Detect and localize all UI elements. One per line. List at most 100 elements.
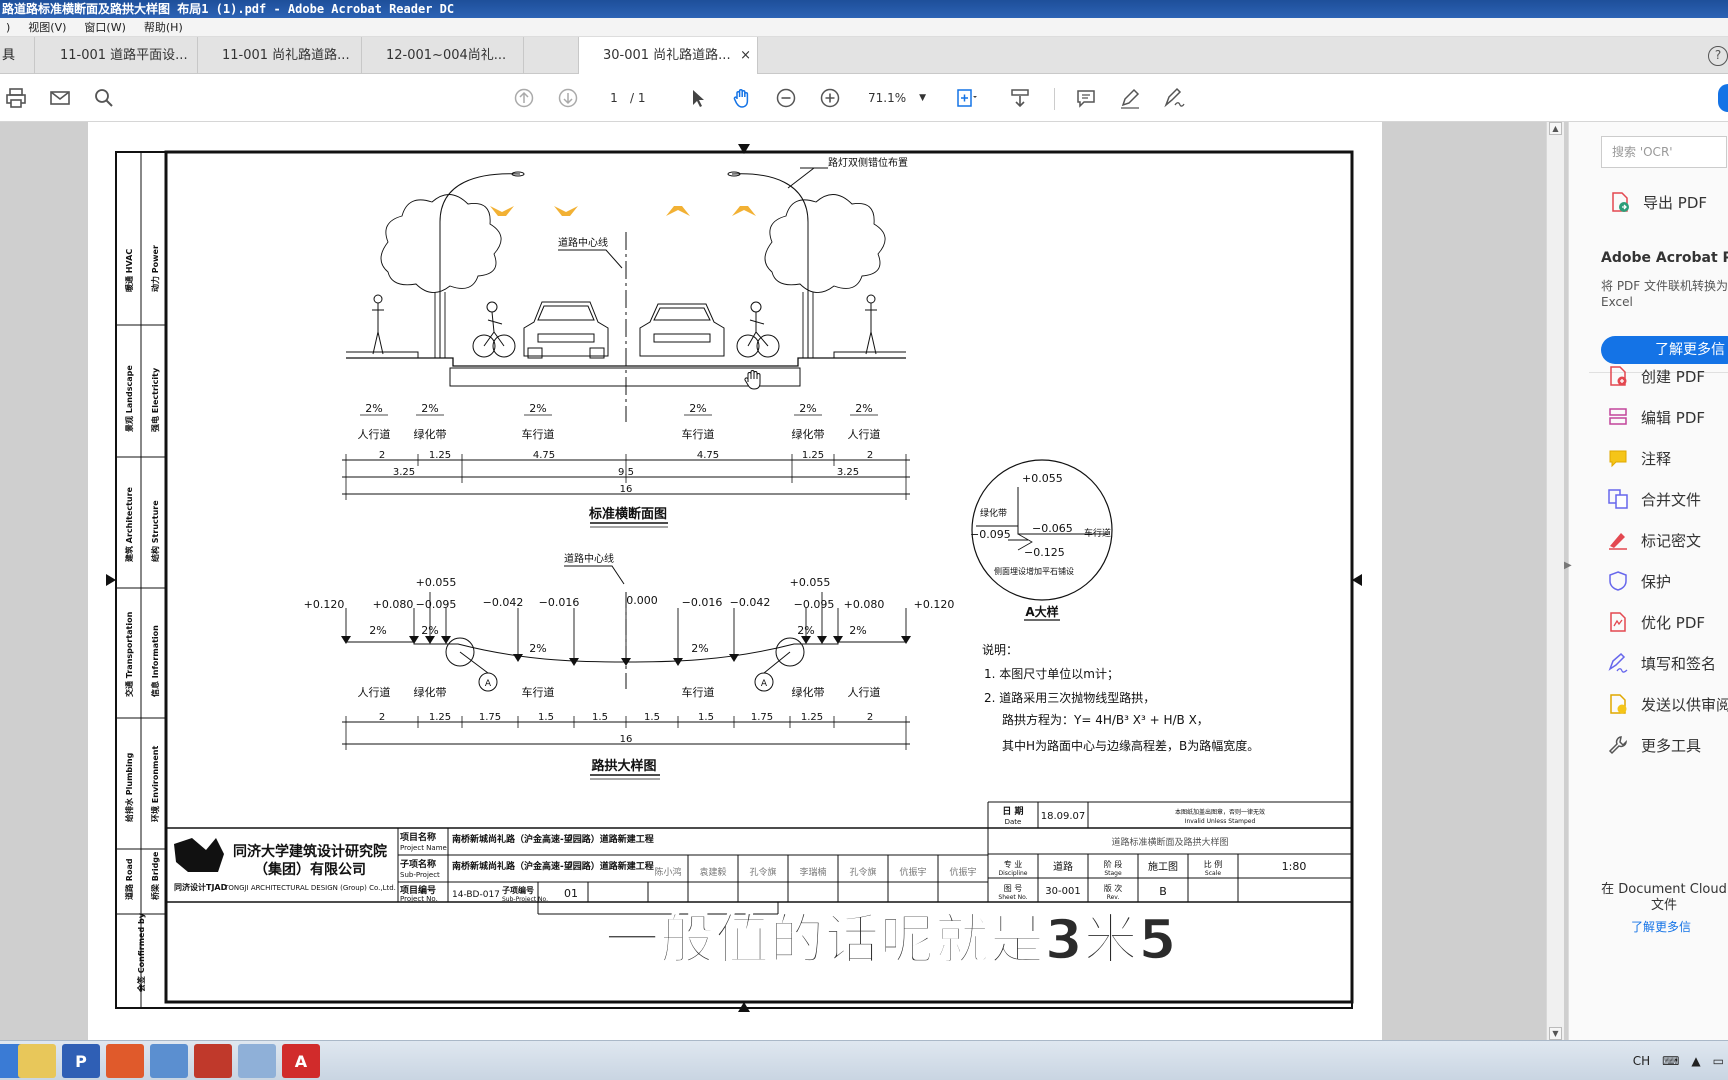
comment-icon[interactable] [1074,86,1098,110]
network-icon[interactable]: ▭ [1713,1041,1724,1080]
promo-desc-line: Excel [1601,295,1633,309]
a-detail-title: A大样 [1025,604,1058,619]
tool-export-pdf[interactable]: 导出 PDF [1609,188,1707,216]
tool-label: 标记密文 [1641,531,1702,550]
dimension-label: 1.5 [592,712,608,723]
share-button[interactable] [1718,84,1728,112]
select-cursor-icon[interactable] [686,86,710,110]
input-language[interactable]: CH [1633,1041,1650,1080]
detail-elevation: −0.125 [1024,546,1065,559]
acrobat-icon[interactable]: A [282,1044,320,1078]
tool-more-tools[interactable]: 更多工具 [1607,731,1701,759]
discipline-label: 专 业 [1004,859,1023,869]
highlight-pen-icon[interactable] [1118,86,1142,110]
stage-label: 阶 段 [1104,859,1123,869]
tool-fill-sign[interactable]: 填写和签名 [1607,649,1716,677]
fit-page-icon[interactable] [954,86,978,110]
package-icon[interactable] [238,1044,276,1078]
note-line: 其中H为路面中心与边缘高程差，B为路幅宽度。 [1002,738,1259,753]
drawing-title: 道路标准横断面及路拱大样图 [1111,836,1228,848]
vertical-scrollbar[interactable]: ▲ ▼ [1546,122,1564,1040]
tab-doc-2[interactable]: 11-001 尚礼路道路... [198,37,362,74]
promo-title: Adobe Acrobat Pro [1601,250,1728,266]
hand-tool-icon[interactable] [730,86,754,110]
learn-more-button[interactable]: 了解更多信 [1601,336,1728,364]
tool-combine-files[interactable]: 合并文件 [1607,485,1701,513]
menu-item-window[interactable]: 窗口(W) [84,18,125,36]
logo-text: 同济设计TJAD [174,882,228,892]
elevation-label: +0.055 [790,576,831,589]
promo-desc-line: 将 PDF 文件联机转换为 [1601,279,1728,293]
sheet-no-label: 图 号 [1004,884,1023,893]
elevation-label: +0.120 [304,598,345,611]
window-title: 路道路标准横断面及路拱大样图 布局1 (1).pdf - Adobe Acrob… [0,0,1728,18]
panel-collapse-icon[interactable]: ▶ [1564,560,1572,571]
folder-icon[interactable] [18,1044,56,1078]
tools-search-input[interactable]: 搜索 'OCR' [1601,136,1727,168]
slope-label: 2% [421,624,438,637]
prev-page-icon[interactable] [512,86,536,110]
cloud-learn-more-link[interactable]: 了解更多信 [1631,918,1691,935]
combine-files-icon [1607,488,1629,510]
sign-icon[interactable] [1162,86,1186,110]
search-icon[interactable] [92,86,116,110]
tool-send-review[interactable]: 发送以供审阅 [1607,690,1728,718]
page-total: / 1 [630,91,646,105]
project-name-value: 南桥新城尚礼路（沪金高速-望园路）道路新建工程 [452,833,654,845]
tab-doc-active[interactable]: 30-001 尚礼路道路... × [578,37,758,75]
tab-doc-1[interactable]: 11-001 道路平面设... [36,37,198,74]
tools-tab-stub[interactable]: 具 [0,37,35,74]
tool-edit-pdf[interactable]: 编辑 PDF [1607,403,1705,431]
tab-doc-3[interactable]: 12-001~004尚礼... [362,37,524,74]
project-no-label-en: Project No. [400,895,438,903]
elevation-label: +0.080 [373,598,414,611]
sub-project-label: 子项名称 [400,858,436,870]
centerline-leader-label-2: 道路中心线 [564,552,614,565]
tab-close-icon[interactable]: × [740,37,751,74]
sub-project-no-value: 01 [564,887,578,900]
fill-sign-icon [1607,652,1629,674]
slope-label: 2% [365,402,382,415]
zoom-out-icon[interactable] [774,86,798,110]
cad-app-icon[interactable] [194,1044,232,1078]
zoom-in-icon[interactable] [818,86,842,110]
print-icon[interactable] [4,86,28,110]
help-icon[interactable]: ? [1708,46,1728,66]
note-line: 1. 本图尺寸单位以m计； [984,666,1119,681]
scroll-mode-icon[interactable] [1008,86,1032,110]
email-icon[interactable] [48,86,72,110]
edit-pdf-icon [1607,406,1629,428]
discipline-value: 道路 [1053,860,1073,873]
menu-item-view[interactable]: 视图(V) [28,18,66,36]
presentation-icon[interactable] [106,1044,144,1078]
project-name-label: 项目名称 [400,831,436,843]
signature-name: 孔令旗 [749,866,776,878]
tool-create-pdf[interactable]: 创建 PDF [1607,362,1705,390]
date-value: 18.09.07 [1041,811,1086,822]
scroll-up-icon[interactable]: ▲ [1549,122,1562,135]
tool-protect[interactable]: 保护 [1607,567,1671,595]
next-page-icon[interactable] [556,86,580,110]
tool-redact[interactable]: 标记密文 [1607,526,1701,554]
zoom-select[interactable]: 71.1% ▼ [862,86,930,110]
tray-expand-icon[interactable]: ▲ [1691,1041,1700,1080]
control-panel-icon[interactable] [150,1044,188,1078]
zone-label: 绿化带 [414,685,447,699]
dimension-label: 1.5 [644,712,660,723]
tool-optimize-pdf[interactable]: 优化 PDF [1607,608,1705,636]
keyboard-icon[interactable]: ⌨ [1662,1041,1679,1080]
document-cloud-text: 在 Document Cloud 文件 [1599,882,1728,914]
menu-item-partial[interactable]: ) [6,18,10,36]
tool-label: 优化 PDF [1641,613,1705,632]
scroll-down-icon[interactable]: ▼ [1549,1027,1562,1040]
menu-item-help[interactable]: 帮助(H) [144,18,183,36]
slope-label: 2% [797,624,814,637]
zone-label: 车行道 [682,427,715,441]
sheet-border [115,151,1353,1009]
zone-label: 人行道 [848,427,881,441]
tool-comment[interactable]: 注释 [1607,444,1671,472]
dimension-label: 1.75 [751,712,773,723]
page-number-input[interactable]: 1 [597,86,631,110]
tool-label: 发送以供审阅 [1641,695,1728,714]
powerpoint-like-icon[interactable]: P [62,1044,100,1078]
